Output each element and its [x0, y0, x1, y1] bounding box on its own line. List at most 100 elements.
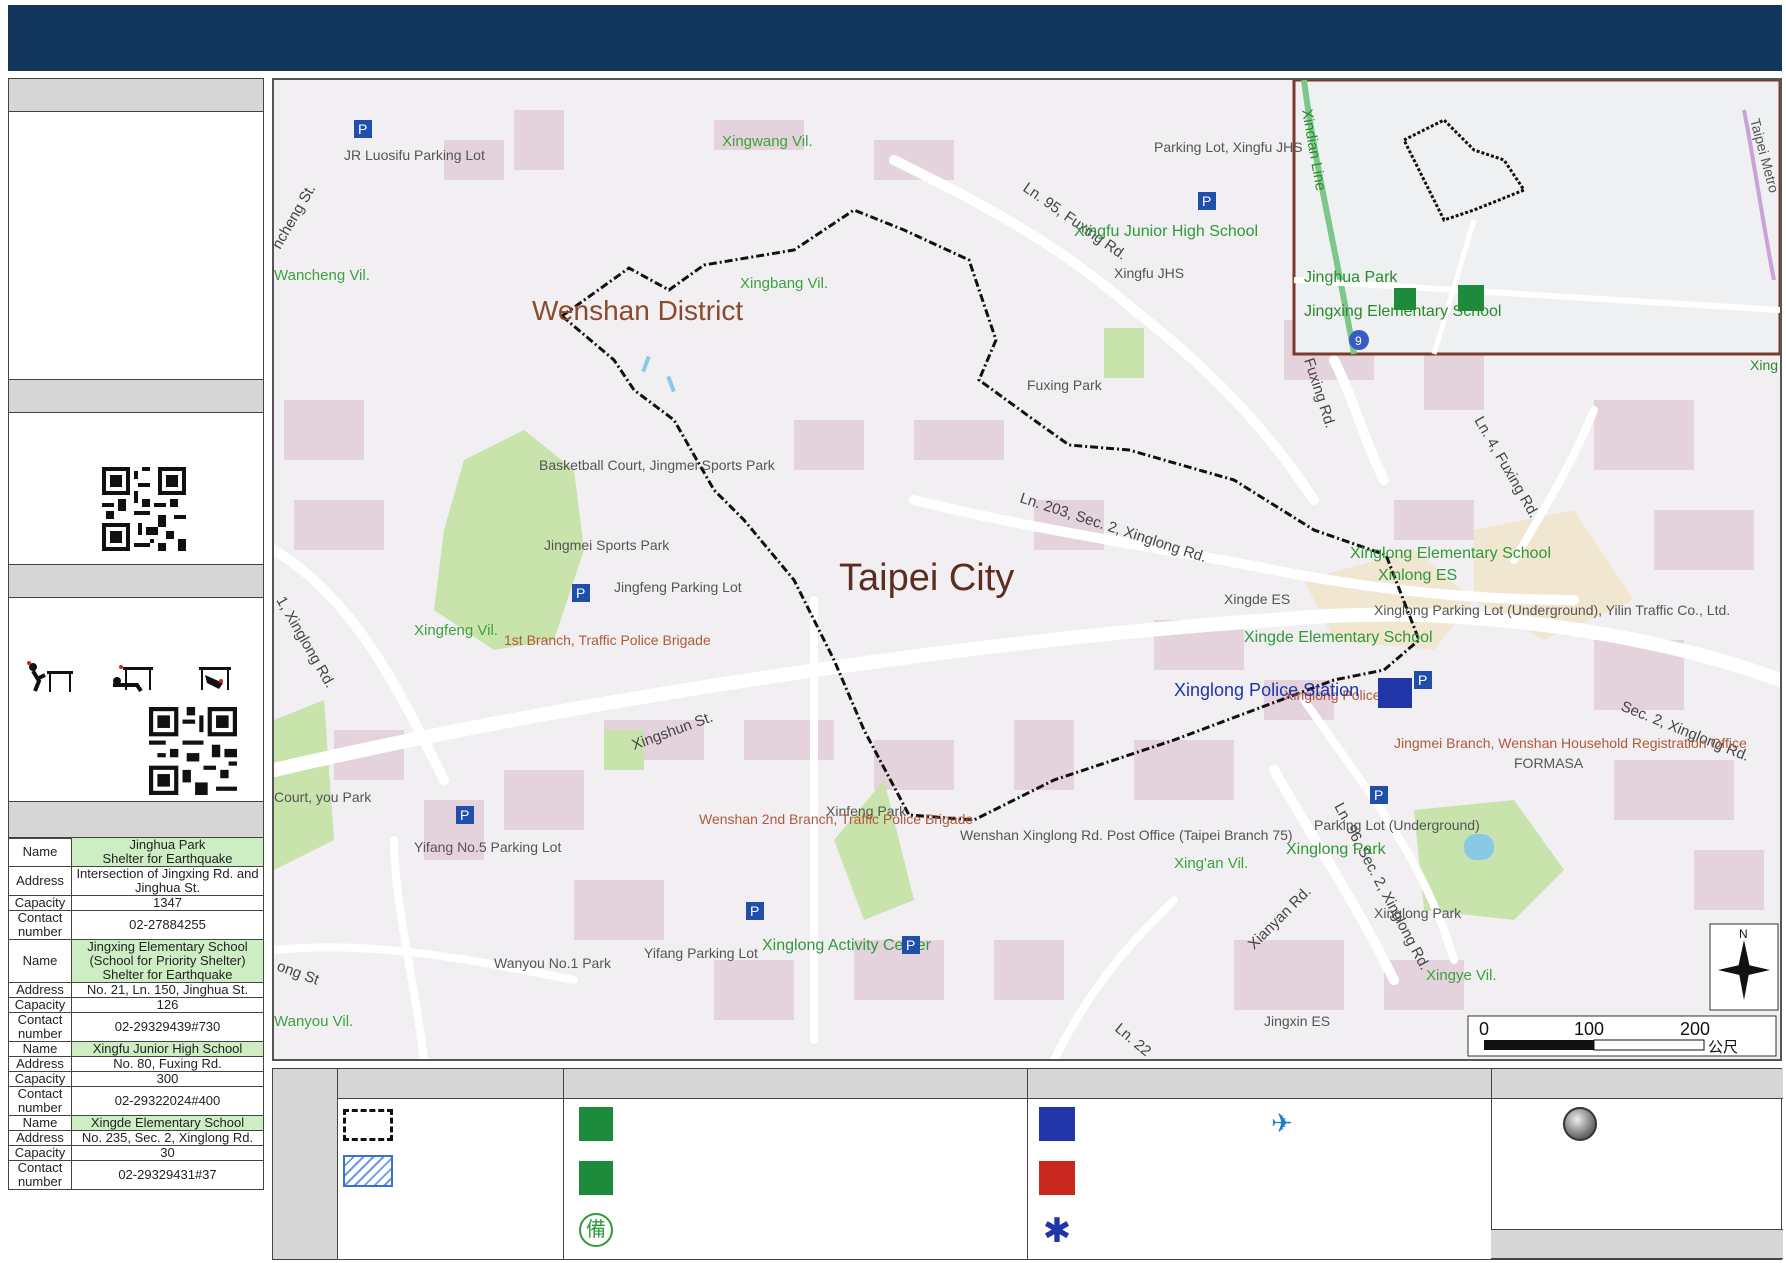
- place-label: Yifang Parking Lot: [644, 945, 758, 961]
- shelter-field-value: 30: [71, 1145, 264, 1161]
- place-label: Jingxin ES: [1264, 1013, 1330, 1029]
- scale-tick: 100: [1574, 1019, 1604, 1039]
- svg-text:P: P: [1202, 193, 1211, 209]
- fire-department-icon: [1039, 1161, 1075, 1195]
- qr-code-icon[interactable]: [149, 707, 237, 795]
- place-label: 1st Branch, Traffic Police Brigade: [504, 632, 711, 648]
- standby-shelter-icon: 備: [579, 1213, 613, 1247]
- police-icon[interactable]: [1378, 678, 1412, 708]
- village-label: Wanyou Vil.: [274, 1013, 353, 1030]
- evacuation-shelter-icon: [579, 1107, 613, 1141]
- village-label: Xingbang Vil.: [740, 275, 828, 292]
- shelter-field-label: Capacity: [8, 895, 72, 911]
- district-label: Wenshan District: [532, 295, 743, 326]
- shelter-field-value: Jingxing Elementary School (School for P…: [71, 939, 264, 983]
- shelter-row-capacity: Capacity 300: [8, 1071, 264, 1087]
- village-label: Xingwang Vil.: [722, 133, 813, 150]
- legend-divider: [563, 1069, 564, 1259]
- svg-text:P: P: [906, 937, 915, 953]
- shelter-row-contact: Contact number 02-29329439#730: [8, 1012, 264, 1042]
- qr-code-icon[interactable]: [102, 467, 186, 551]
- shelter-field-value: No. 21, Ln. 150, Jinghua St.: [71, 982, 264, 998]
- scale-bar: 0 100 200 公尺: [1467, 1015, 1777, 1057]
- shelter-table: Name Jinghua Park Shelter for Earthquake A…: [8, 837, 264, 1190]
- shelter-field-value: 02-29329431#37: [71, 1160, 264, 1190]
- city-label: Taipei City: [839, 557, 1014, 599]
- safety-panel: [8, 564, 264, 802]
- shelter-field-label: Capacity: [8, 1145, 72, 1161]
- shelter-field-label: Name: [8, 837, 72, 867]
- shelter-field-label: Name: [8, 1115, 72, 1131]
- inset-edge-label: Xing: [1750, 357, 1778, 373]
- hold-on-icon: [199, 667, 231, 690]
- dashed-boundary-icon: [343, 1109, 393, 1141]
- cover-icon: [113, 665, 153, 693]
- shelter-field-value: 02-27884255: [71, 910, 264, 940]
- marker-point-icon: [1563, 1107, 1597, 1141]
- place-label: Xingde ES: [1224, 591, 1290, 607]
- shelter-row-contact: Contact number 02-29329431#37: [8, 1160, 264, 1190]
- shelter-field-value: 02-29329439#730: [71, 1012, 264, 1042]
- shelter-field-value: 1347: [71, 895, 264, 911]
- place-label: Xinglong Elementary School: [1350, 545, 1551, 562]
- shelter-field-label: Contact number: [8, 1086, 72, 1116]
- village-label: Wancheng Vil.: [274, 267, 370, 284]
- shelter-field-value: 300: [71, 1071, 264, 1087]
- shelter-field-label: Name: [8, 1041, 72, 1057]
- inset-route-number: 9: [1355, 334, 1362, 348]
- place-label: Xinlong ES: [1378, 567, 1457, 584]
- shelter-field-value: 126: [71, 997, 264, 1013]
- place-label: Parking Lot, Xingfu JHS: [1154, 139, 1303, 155]
- place-label: JR Luosifu Parking Lot: [344, 147, 485, 163]
- scale-tick: 0: [1479, 1019, 1489, 1039]
- shelter-row-name: Name Xingfu Junior High School: [8, 1041, 264, 1057]
- scale-tick: 200: [1680, 1019, 1710, 1039]
- info-panel-top: [8, 78, 264, 380]
- place-label: Xinglong Park: [1374, 905, 1462, 921]
- shelter-field-value: No. 80, Fuxing Rd.: [71, 1056, 264, 1072]
- map-canvas[interactable]: Jinghua Park Jingxing Elementary School …: [274, 80, 1780, 1059]
- drop-icon: [27, 661, 73, 692]
- shelter-field-value: Jinghua Park Shelter for Earthquake: [71, 837, 264, 867]
- scale-unit: 公尺: [1708, 1039, 1738, 1056]
- place-label-police-station: Xinglong Police Station: [1174, 680, 1359, 700]
- shelter-field-label: Contact number: [8, 1160, 72, 1190]
- hatched-area-icon: [343, 1155, 393, 1187]
- shelter-field-label: Address: [8, 1056, 72, 1072]
- shelter-panel: [8, 801, 264, 839]
- village-label: Xingfeng Vil.: [414, 622, 498, 639]
- map-frame[interactable]: Jinghua Park Jingxing Elementary School …: [272, 78, 1782, 1061]
- north-arrow-icon: N: [1709, 923, 1779, 1011]
- inset-label-jingxing-es: Jingxing Elementary School: [1304, 303, 1501, 320]
- shelter-field-label: Name: [8, 939, 72, 983]
- village-label: Xing'an Vil.: [1174, 855, 1248, 872]
- place-label: Wanyou No.1 Park: [494, 955, 612, 971]
- shelter-field-value: 02-29322024#400: [71, 1086, 264, 1116]
- medical-star-icon: ✱: [1042, 1212, 1072, 1250]
- shelter-field-label: Address: [8, 1130, 72, 1146]
- shelter-field-label: Contact number: [8, 910, 72, 940]
- shelter-row-contact: Contact number 02-27884255: [8, 910, 264, 940]
- qr-panel: [8, 379, 264, 565]
- header-bar: [8, 5, 1782, 71]
- place-label: Xingfu JHS: [1114, 265, 1184, 281]
- shelter-row-contact: Contact number 02-29322024#400: [8, 1086, 264, 1116]
- svg-text:P: P: [750, 903, 759, 919]
- shelter-row-name: Name Jingxing Elementary School (School f…: [8, 939, 264, 983]
- shelter-row-name: Name Jinghua Park Shelter for Earthquake: [8, 837, 264, 867]
- place-label: Xinglong Park: [1286, 841, 1387, 858]
- legend: 備 ✱ ✈: [272, 1068, 1783, 1260]
- shelter-field-label: Contact number: [8, 1012, 72, 1042]
- place-label: Fuxing Park: [1027, 377, 1103, 393]
- shelter-row-address: Address No. 235, Sec. 2, Xinglong Rd.: [8, 1130, 264, 1146]
- place-label: Wenshan Xinglong Rd. Post Office (Taipei…: [960, 827, 1293, 843]
- shelter-row-name: Name Xingde Elementary School: [8, 1115, 264, 1131]
- legend-footer: [1491, 1229, 1783, 1259]
- shelter-field-value: Intersection of Jingxing Rd. and Jinghua…: [71, 866, 264, 896]
- place-label: Wenshan 2nd Branch, Traffic Police Briga…: [699, 811, 973, 827]
- panel-header: [9, 380, 263, 413]
- shelter-field-value: Xingde Elementary School: [71, 1115, 264, 1131]
- svg-text:P: P: [1374, 787, 1383, 803]
- legend-side-column: [273, 1069, 338, 1259]
- village-label: Xingye Vil.: [1426, 967, 1497, 984]
